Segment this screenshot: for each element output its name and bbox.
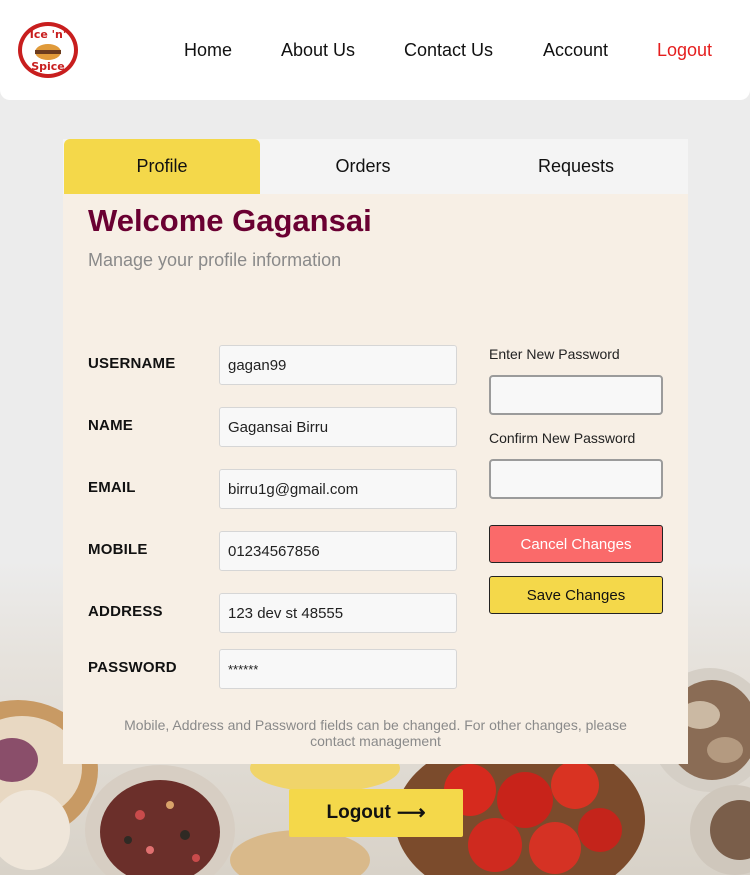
username-label: USERNAME [88,355,176,372]
edit-info-note: Mobile, Address and Password fields can … [124,717,627,749]
tab-profile[interactable]: Profile [64,139,260,194]
arrow-right-icon: ⟶ [396,802,426,824]
nav-logout[interactable]: Logout [657,40,712,61]
nav-about-us[interactable]: About Us [281,40,355,61]
new-password-label: Enter New Password [489,346,620,362]
address-field[interactable] [219,593,457,633]
svg-text:Ice 'n': Ice 'n' [30,28,66,41]
profile-card: Profile Orders Requests Welcome Gagansai… [63,139,688,764]
new-password-input[interactable] [489,375,663,415]
address-label: ADDRESS [88,603,163,620]
nav-contact-us[interactable]: Contact Us [404,40,493,61]
confirm-password-input[interactable] [489,459,663,499]
name-label: NAME [88,417,133,434]
password-field[interactable] [219,649,457,689]
mobile-field[interactable] [219,531,457,571]
svg-text:Spice: Spice [31,60,65,73]
name-field[interactable] [219,407,457,447]
page-subtitle: Manage your profile information [88,250,342,270]
save-changes-button[interactable]: Save Changes [489,576,663,614]
nav-account[interactable]: Account [543,40,608,61]
welcome-title: Welcome Gagansai [88,203,372,238]
mobile-label: MOBILE [88,541,148,558]
confirm-password-label: Confirm New Password [489,430,636,446]
password-label: PASSWORD [88,659,177,676]
tab-requests[interactable]: Requests [476,139,676,194]
logout-button[interactable]: Logout ⟶ [289,789,463,837]
cancel-changes-button[interactable]: Cancel Changes [489,525,663,563]
logo-icon: Ice 'n' Spice [18,22,78,78]
top-navbar: Ice 'n' Spice Home About Us Contact Us A… [0,0,750,100]
logout-button-label: Logout [326,802,391,823]
tab-orders[interactable]: Orders [263,139,463,194]
email-label: EMAIL [88,479,136,496]
ice-n-spice-logo[interactable]: Ice 'n' Spice [17,21,79,79]
nav-home[interactable]: Home [184,40,232,61]
username-field[interactable] [219,345,457,385]
email-field[interactable] [219,469,457,509]
tab-bar: Profile Orders Requests [63,139,688,194]
